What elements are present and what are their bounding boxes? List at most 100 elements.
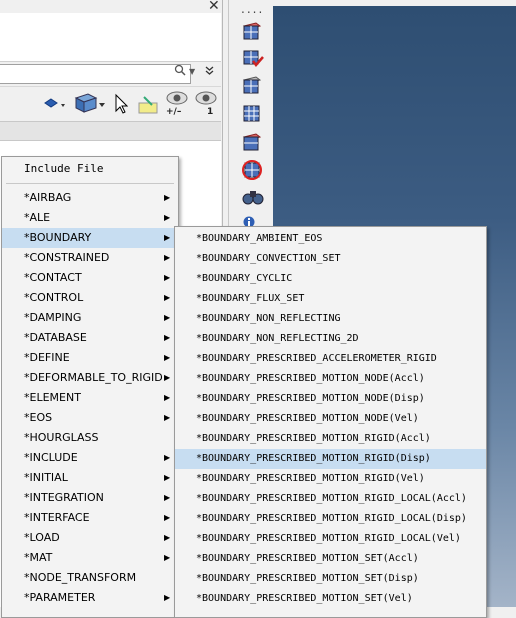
menu-item-label: *ELEMENT bbox=[24, 391, 81, 404]
menu-item[interactable]: *ALE ▶ bbox=[2, 208, 178, 228]
submenu-item-label: *BOUNDARY_CYCLIC bbox=[196, 273, 293, 284]
submenu-item[interactable]: *BOUNDARY_PRESCRIBED_MOTION_RIGID(Accl) bbox=[175, 429, 486, 449]
menu-item[interactable]: *INTEGRATION ▶ bbox=[2, 488, 178, 508]
mesh-grid-2-icon[interactable] bbox=[241, 103, 263, 129]
submenu-arrow-icon: ▶ bbox=[164, 413, 171, 422]
submenu-arrow-icon: ▶ bbox=[164, 273, 171, 282]
menu-item-label: *EOS bbox=[24, 411, 53, 424]
submenu-item[interactable]: *BOUNDARY_PRESCRIBED_MOTION_NODE(Accl) bbox=[175, 369, 486, 389]
keyword-menu: Include File *AIRBAG ▶ *ALE ▶ *BOUNDARY ▶ *CON… bbox=[1, 156, 179, 618]
search-input[interactable] bbox=[0, 64, 191, 84]
mesh-face-icon[interactable] bbox=[241, 131, 263, 157]
menu-item-label: *HOURGLASS bbox=[24, 431, 99, 444]
submenu-item[interactable]: *BOUNDARY_PRESCRIBED_MOTION_SET(Vel) bbox=[175, 589, 486, 609]
menu-item-label: *DATABASE bbox=[24, 331, 87, 344]
menu-item[interactable]: *LOAD ▶ bbox=[2, 528, 178, 548]
submenu-item-label: *BOUNDARY_PRESCRIBED_MOTION_RIGID(Vel) bbox=[196, 473, 425, 484]
submenu-arrow-icon: ▶ bbox=[164, 393, 171, 402]
menu-item-label: *MAT bbox=[24, 551, 53, 564]
submenu-item-label: *BOUNDARY_CONVECTION_SET bbox=[196, 253, 341, 264]
menu-item[interactable]: *ELEMENT ▶ bbox=[2, 388, 178, 408]
submenu-item[interactable]: *BOUNDARY_PRESCRIBED_MOTION_RIGID_LOCAL(… bbox=[175, 509, 486, 529]
mesh-edit-icon[interactable] bbox=[241, 75, 263, 101]
menu-item[interactable]: *CONTROL ▶ bbox=[2, 288, 178, 308]
submenu-item[interactable]: *BOUNDARY_NON_REFLECTING_2D bbox=[175, 329, 486, 349]
submenu-item[interactable]: *BOUNDARY_PRESCRIBED_MOTION_NODE(Vel) bbox=[175, 409, 486, 429]
menu-item-label: *INITIAL bbox=[24, 471, 68, 484]
menu-item-label: *BOUNDARY bbox=[24, 231, 92, 244]
menu-separator bbox=[6, 183, 174, 184]
layer-icon[interactable] bbox=[44, 96, 66, 115]
submenu-item[interactable]: *BOUNDARY_AMBIENT_EOS bbox=[175, 229, 486, 249]
submenu-arrow-icon: ▶ bbox=[164, 213, 171, 222]
menu-item[interactable]: *DATABASE ▶ bbox=[2, 328, 178, 348]
submenu-item-label: *BOUNDARY_FLUX_SET bbox=[196, 293, 305, 304]
submenu-item-label: *BOUNDARY_PRESCRIBED_ACCELEROMETER_RIGID bbox=[196, 353, 437, 364]
highlight-icon[interactable] bbox=[136, 95, 160, 119]
panel-header-area bbox=[0, 13, 221, 62]
binoculars-icon[interactable] bbox=[242, 188, 264, 210]
mesh-circle-icon[interactable] bbox=[241, 159, 263, 185]
toolbar: +/– 1 bbox=[0, 86, 221, 121]
mesh-check-icon[interactable] bbox=[241, 47, 265, 73]
submenu-item[interactable]: *BOUNDARY_NON_REFLECTING bbox=[175, 309, 486, 329]
menu-item[interactable]: *DEFINE ▶ bbox=[2, 348, 178, 368]
submenu-item-label: *BOUNDARY_PRESCRIBED_MOTION_SET(Accl) bbox=[196, 553, 419, 564]
submenu-arrow-icon: ▶ bbox=[164, 333, 171, 342]
submenu-item[interactable]: *BOUNDARY_PRESCRIBED_MOTION_SET(Disp) bbox=[175, 569, 486, 589]
menu-item[interactable]: *INCLUDE ▶ bbox=[2, 448, 178, 468]
menu-item[interactable]: *DEFORMABLE_TO_RIGID ▶ bbox=[2, 368, 178, 388]
submenu-arrow-icon: ▶ bbox=[164, 453, 171, 462]
menu-item[interactable]: *DAMPING ▶ bbox=[2, 308, 178, 328]
submenu-item[interactable]: *BOUNDARY_PRESCRIBED_MOTION_RIGID_LOCAL(… bbox=[175, 489, 486, 509]
submenu-arrow-icon: ▶ bbox=[164, 593, 171, 602]
panel-strip bbox=[0, 121, 221, 141]
submenu-arrow-icon: ▶ bbox=[164, 493, 171, 502]
submenu-item-label: *BOUNDARY_PRESCRIBED_MOTION_SET(Disp) bbox=[196, 573, 419, 584]
submenu-arrow-icon: ▶ bbox=[164, 473, 171, 482]
submenu-arrow-icon: ▶ bbox=[164, 293, 171, 302]
submenu-item[interactable]: *BOUNDARY_CONVECTION_SET bbox=[175, 249, 486, 269]
submenu-item-label: *BOUNDARY_PRESCRIBED_MOTION_RIGID_LOCAL(… bbox=[196, 533, 461, 544]
menu-item[interactable]: *AIRBAG ▶ bbox=[2, 188, 178, 208]
menu-item-label: *INCLUDE bbox=[24, 451, 78, 464]
menu-item[interactable]: *NODE_TRANSFORM bbox=[2, 568, 178, 588]
submenu-item[interactable]: *BOUNDARY_PRESCRIBED_MOTION_RIGID_LOCAL(… bbox=[175, 529, 486, 549]
collapse-icon[interactable] bbox=[205, 66, 214, 78]
part-display-icon[interactable] bbox=[74, 92, 106, 118]
menu-item-label: *DEFINE bbox=[24, 351, 70, 364]
close-icon[interactable]: ✕ bbox=[208, 0, 220, 14]
submenu-item-label: *BOUNDARY_AMBIENT_EOS bbox=[196, 233, 323, 244]
menu-item[interactable]: *CONSTRAINED ▶ bbox=[2, 248, 178, 268]
menu-item[interactable]: *INTERFACE ▶ bbox=[2, 508, 178, 528]
menu-item[interactable]: *CONTACT ▶ bbox=[2, 268, 178, 288]
submenu-arrow-icon: ▶ bbox=[164, 313, 171, 322]
submenu-item[interactable]: *BOUNDARY_FLUX_SET bbox=[175, 289, 486, 309]
submenu-item[interactable]: *BOUNDARY_PRESCRIBED_MOTION_SET(Accl) bbox=[175, 549, 486, 569]
plusminus-label: +/– bbox=[166, 107, 182, 117]
menu-item[interactable]: *PARAMETER ▶ bbox=[2, 588, 178, 608]
search-dropdown-icon[interactable]: ▼ bbox=[189, 67, 195, 76]
mesh-grid-icon[interactable] bbox=[241, 20, 263, 46]
submenu-item[interactable]: *BOUNDARY_PRESCRIBED_ACCELEROMETER_RIGID bbox=[175, 349, 486, 369]
submenu-item[interactable]: *BOUNDARY_PRESCRIBED_MOTION_RIGID(Disp) bbox=[175, 449, 486, 469]
submenu-item[interactable]: *BOUNDARY_PRESCRIBED_MOTION_RIGID(Vel) bbox=[175, 469, 486, 489]
view-one-icon[interactable] bbox=[194, 90, 218, 110]
menu-item[interactable]: *HOURGLASS bbox=[2, 428, 178, 448]
search-icon[interactable] bbox=[174, 64, 188, 80]
submenu-arrow-icon: ▶ bbox=[164, 533, 171, 542]
cursor-select-icon[interactable] bbox=[114, 93, 129, 119]
menu-item[interactable]: *EOS ▶ bbox=[2, 408, 178, 428]
submenu-item[interactable]: *BOUNDARY_CYCLIC bbox=[175, 269, 486, 289]
submenu-item[interactable]: *BOUNDARY_PRESCRIBED_MOTION_NODE(Disp) bbox=[175, 389, 486, 409]
menu-item[interactable]: *MAT ▶ bbox=[2, 548, 178, 568]
submenu-item-label: *BOUNDARY_PRESCRIBED_MOTION_NODE(Vel) bbox=[196, 413, 419, 424]
menu-item[interactable]: *BOUNDARY ▶ bbox=[2, 228, 178, 248]
menu-item-label: *INTEGRATION bbox=[24, 491, 104, 504]
include-file-item[interactable]: Include File bbox=[24, 162, 103, 175]
toolbar-grip[interactable]: .... bbox=[241, 2, 264, 16]
menu-item[interactable]: *INITIAL ▶ bbox=[2, 468, 178, 488]
boundary-submenu: *BOUNDARY_AMBIENT_EOS *BOUNDARY_CONVECTIO… bbox=[174, 226, 487, 618]
menu-item-label: *DEFORMABLE_TO_RIGID bbox=[24, 371, 163, 384]
submenu-item-label: *BOUNDARY_PRESCRIBED_MOTION_NODE(Disp) bbox=[196, 393, 425, 404]
